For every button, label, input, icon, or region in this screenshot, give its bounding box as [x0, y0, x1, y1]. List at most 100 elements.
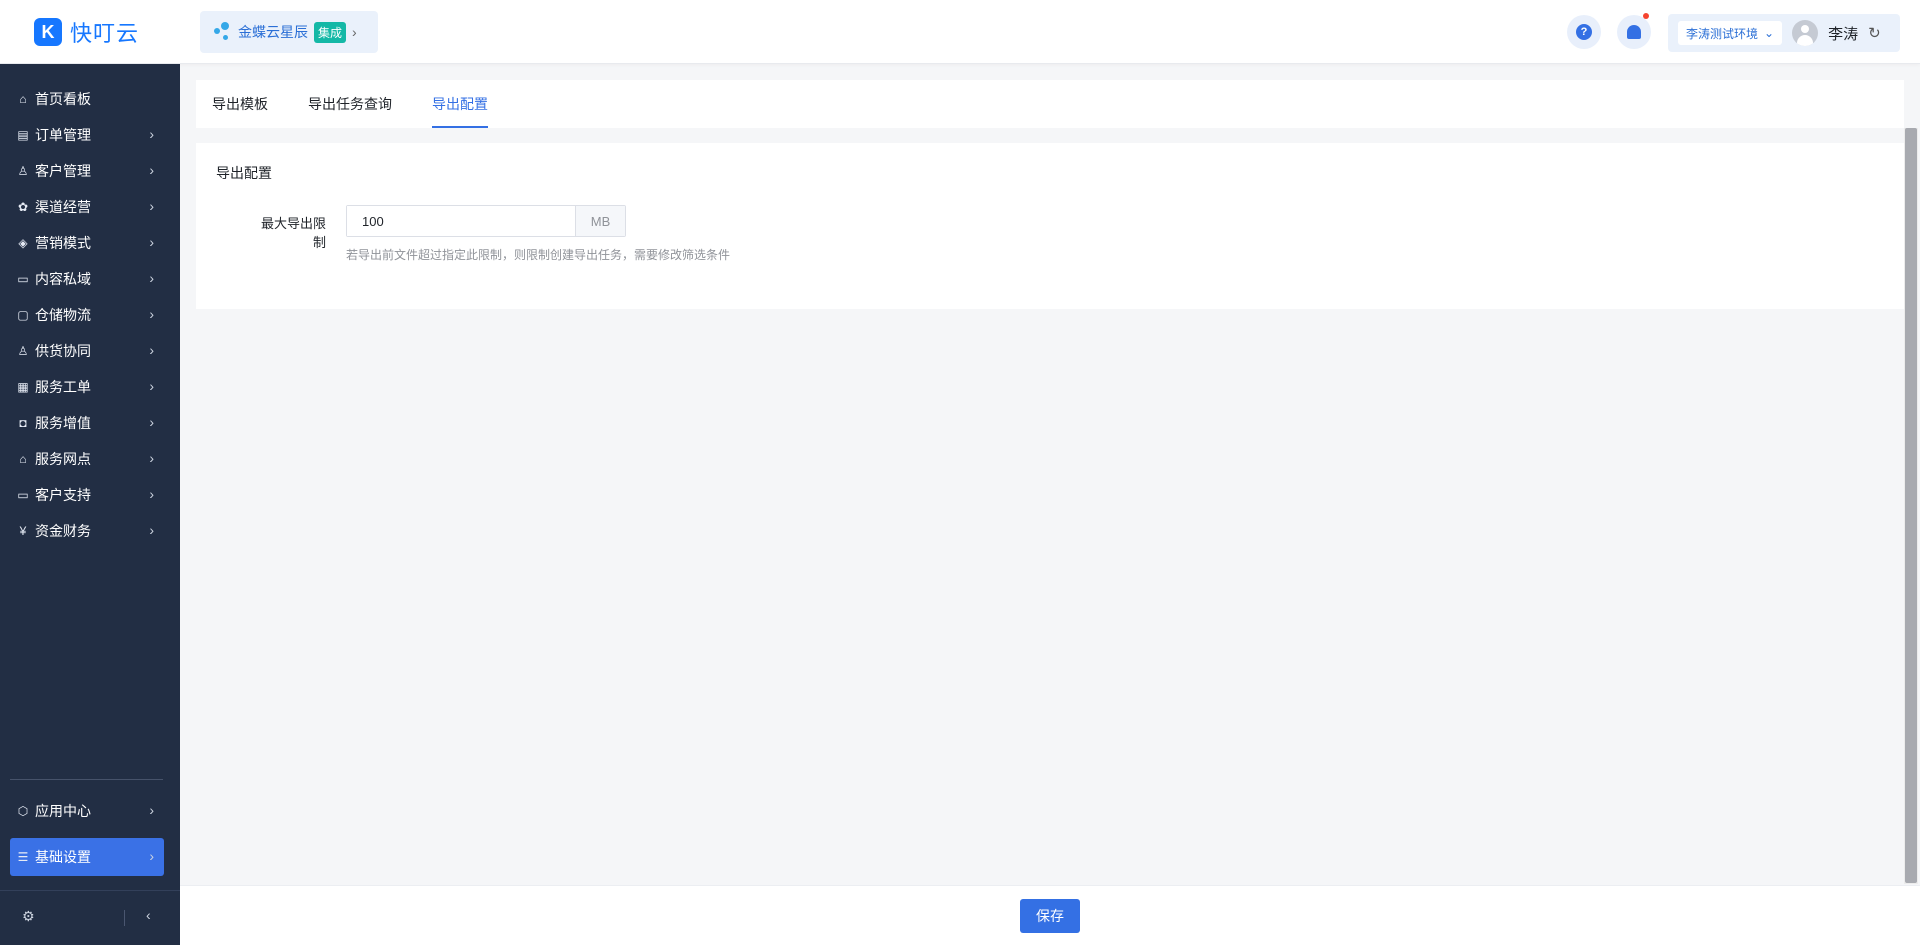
- chevron-right-icon: ›: [149, 234, 154, 250]
- sidebar-item-label: 内容私域: [35, 271, 91, 287]
- sidebar-item-value-added[interactable]: ◘ 服务增值 ›: [10, 404, 164, 442]
- section-title: 导出配置: [216, 165, 272, 181]
- chevron-right-icon: ›: [149, 378, 154, 394]
- sidebar-item-service-tickets[interactable]: ▦ 服务工单 ›: [10, 368, 164, 406]
- sidebar-item-customers[interactable]: ♙ 客户管理 ›: [10, 152, 164, 190]
- scrollbar-thumb[interactable]: [1905, 128, 1917, 883]
- sidebar-item-dashboard[interactable]: ⌂ 首页看板: [10, 80, 164, 118]
- tab-export-templates[interactable]: 导出模板: [212, 80, 268, 128]
- tab-export-task-query[interactable]: 导出任务查询: [308, 80, 392, 128]
- image-icon: ▭: [17, 272, 29, 286]
- bag-icon: ◘: [19, 416, 27, 430]
- chevron-right-icon: ›: [149, 198, 154, 214]
- warehouse-icon: ▢: [17, 308, 29, 322]
- settings-sliders-icon: ☰: [17, 850, 29, 864]
- sidebar-item-label: 服务增值: [35, 415, 91, 431]
- supplier-icon: ♙: [17, 344, 29, 358]
- integration-label: 金蝶云星辰: [238, 24, 308, 40]
- sidebar-item-label: 服务网点: [35, 451, 91, 467]
- sidebar-item-label: 资金财务: [35, 523, 91, 539]
- sidebar-item-label: 渠道经营: [35, 199, 91, 215]
- help-button[interactable]: ?: [1567, 15, 1601, 49]
- tab-export-config[interactable]: 导出配置: [432, 80, 488, 128]
- chevron-down-icon: ⌄: [1764, 26, 1775, 40]
- ticket-icon: ▦: [17, 380, 29, 394]
- chevron-right-icon: ›: [149, 270, 154, 286]
- sidebar-item-warehouse[interactable]: ▢ 仓储物流 ›: [10, 296, 164, 334]
- chevron-right-icon: ›: [149, 126, 154, 142]
- environment-select[interactable]: 李涛测试环境 ⌄: [1678, 21, 1783, 45]
- integration-badge: 集成: [314, 21, 347, 43]
- chevron-right-icon: ›: [149, 522, 154, 538]
- sidebar-item-finance[interactable]: ¥ 资金财务 ›: [10, 512, 164, 550]
- sidebar-item-label: 客户管理: [35, 163, 91, 179]
- brand-logo[interactable]: K 快叮云: [34, 16, 139, 48]
- integration-switcher[interactable]: 金蝶云星辰 集成 ›: [200, 11, 378, 53]
- sidebar-divider: [10, 779, 163, 780]
- environment-label: 李涛测试环境: [1686, 26, 1759, 41]
- footer-bar: 保存: [180, 885, 1920, 945]
- sidebar-item-label: 客户支持: [35, 487, 91, 503]
- field-hint: 若导出前文件超过指定此限制，则限制创建导出任务，需要修改筛选条件: [346, 248, 731, 262]
- sidebar-item-service-points[interactable]: ⌂ 服务网点 ›: [10, 440, 164, 478]
- sidebar-item-label: 基础设置: [35, 849, 91, 865]
- cube-icon: ⬡: [17, 804, 29, 818]
- sidebar-item-content[interactable]: ▭ 内容私域 ›: [10, 260, 164, 298]
- sidebar: ⌂ 首页看板 ▤ 订单管理 › ♙ 客户管理 › ✿ 渠道经营 › ◈ 营销模式…: [0, 64, 180, 945]
- sidebar-item-label: 订单管理: [35, 127, 91, 143]
- brand-name: 快叮云: [70, 21, 140, 46]
- top-header: K 快叮云 金蝶云星辰 集成 › ? 李涛测试环境 ⌄ 李涛 ↻: [0, 0, 1920, 64]
- chevron-right-icon: ›: [352, 24, 357, 40]
- sidebar-item-basic-settings[interactable]: ☰ 基础设置 ›: [10, 838, 164, 876]
- user-name[interactable]: 李涛: [1828, 23, 1858, 44]
- yen-icon: ¥: [19, 524, 27, 538]
- export-config-card: 导出配置 最大导出限制 MB 若导出前文件超过指定此限制，则限制创建导出任务，需…: [196, 143, 1904, 309]
- unit-suffix: MB: [575, 206, 625, 236]
- chevron-right-icon: ›: [149, 848, 154, 864]
- sidebar-item-label: 首页看板: [35, 91, 91, 107]
- tag-icon: ◈: [18, 236, 28, 250]
- gear-icon[interactable]: ⚙: [22, 908, 35, 925]
- bell-icon: [1627, 25, 1641, 39]
- sidebar-item-marketing[interactable]: ◈ 营销模式 ›: [10, 224, 164, 262]
- collapse-sidebar-icon[interactable]: ‹: [146, 907, 151, 923]
- logo-icon: K: [34, 18, 62, 46]
- chevron-right-icon: ›: [149, 306, 154, 322]
- save-button[interactable]: 保存: [1020, 899, 1080, 933]
- help-icon: ?: [1576, 24, 1592, 40]
- sidebar-item-orders[interactable]: ▤ 订单管理 ›: [10, 116, 164, 154]
- divider: [124, 910, 125, 926]
- sidebar-item-label: 服务工单: [35, 379, 91, 395]
- chevron-right-icon: ›: [149, 486, 154, 502]
- user-panel: 李涛测试环境 ⌄ 李涛 ↻: [1668, 14, 1900, 52]
- chevron-right-icon: ›: [149, 162, 154, 178]
- max-export-limit-label: 最大导出限制: [260, 216, 326, 250]
- sidebar-item-label: 应用中心: [35, 803, 91, 819]
- store-icon: ⌂: [19, 452, 27, 466]
- integration-icon: [212, 22, 232, 42]
- chevron-right-icon: ›: [149, 342, 154, 358]
- user-icon: ♙: [17, 164, 29, 178]
- chevron-right-icon: ›: [149, 450, 154, 466]
- refresh-icon[interactable]: ↻: [1868, 24, 1881, 42]
- chevron-right-icon: ›: [149, 802, 154, 818]
- sidebar-item-label: 营销模式: [35, 235, 91, 251]
- home-icon: ⌂: [19, 92, 27, 106]
- sidebar-item-channels[interactable]: ✿ 渠道经营 ›: [10, 188, 164, 226]
- max-export-limit-field: MB: [346, 205, 626, 237]
- clipboard-icon: ▤: [17, 128, 29, 142]
- sidebar-item-label: 仓储物流: [35, 307, 91, 323]
- sidebar-footer: ⚙ ‹: [0, 890, 180, 945]
- avatar[interactable]: [1792, 20, 1819, 46]
- tab-bar: 导出模板 导出任务查询 导出配置: [196, 80, 1904, 128]
- channel-icon: ✿: [17, 200, 29, 214]
- sidebar-item-app-center[interactable]: ⬡ 应用中心 ›: [10, 792, 164, 830]
- chevron-right-icon: ›: [149, 414, 154, 430]
- support-icon: ▭: [17, 488, 29, 502]
- notification-button[interactable]: [1617, 13, 1651, 49]
- sidebar-item-support[interactable]: ▭ 客户支持 ›: [10, 476, 164, 514]
- max-export-limit-input[interactable]: [347, 206, 575, 236]
- sidebar-item-supply[interactable]: ♙ 供货协同 ›: [10, 332, 164, 370]
- sidebar-item-label: 供货协同: [35, 343, 91, 359]
- notification-dot: [1643, 13, 1649, 19]
